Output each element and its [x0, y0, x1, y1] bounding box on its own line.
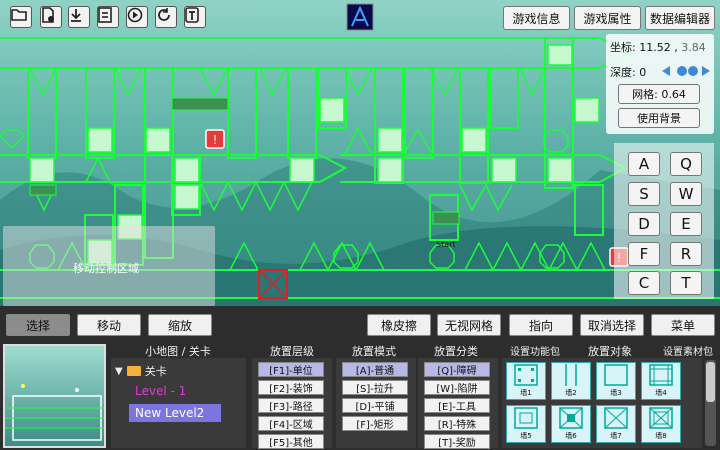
move-control-area[interactable]: 移动控制区域 [3, 226, 215, 306]
mode-item[interactable]: [D]-平铺 [342, 398, 408, 413]
layer-item[interactable]: [F4]-区域 [258, 416, 324, 431]
key-e[interactable]: E [670, 212, 702, 236]
game-viewport[interactable]: ! ! Start 移动控制区域 游戏信息 游戏属性 数据编辑器 [0, 0, 720, 306]
mode-item[interactable]: [A]-普通 [342, 362, 408, 377]
key-t[interactable]: T [670, 271, 702, 295]
svg-text:!: ! [213, 133, 218, 147]
grid-size-button[interactable]: 网格: 0.64 [618, 84, 700, 104]
tile-wall-2[interactable]: 墙2 [551, 362, 591, 400]
layer-item[interactable]: [F2]-装饰 [258, 380, 324, 395]
coord-label: 坐标: [610, 41, 636, 54]
key-q[interactable]: Q [670, 152, 702, 176]
folder-open-icon[interactable] [10, 6, 32, 28]
tile-wall-6[interactable]: 墙6 [551, 405, 591, 443]
mode-item[interactable]: [S]-拉升 [342, 380, 408, 395]
refresh-icon[interactable] [155, 6, 177, 28]
layer-item[interactable]: [F5]-其他 [258, 434, 324, 449]
save-icon[interactable] [97, 6, 119, 28]
tree-root-label: 关卡 [144, 365, 167, 378]
use-background-button[interactable]: 使用背景 [618, 108, 700, 128]
scrollbar-thumb[interactable] [706, 362, 715, 402]
tile-label: 墙4 [655, 389, 667, 397]
key-s[interactable]: S [628, 182, 660, 206]
layer-item[interactable]: [F3]-路径 [258, 398, 324, 413]
tile-label: 墙7 [610, 432, 622, 440]
key-a[interactable]: A [628, 152, 660, 176]
tile-label: 墙1 [520, 389, 532, 397]
no-grid-button[interactable]: 无视网格 [437, 314, 501, 336]
cancel-select-button[interactable]: 取消选择 [580, 314, 644, 336]
key-d[interactable]: D [628, 212, 660, 236]
category-item[interactable]: [W]-陷阱 [424, 380, 490, 395]
depth-value: 0 [639, 66, 647, 79]
coord-readout: 坐标: 11.52 , 3.84 [610, 39, 706, 55]
start-marker: Start [436, 240, 456, 249]
key-w[interactable]: W [670, 182, 702, 206]
move-control-label: 移动控制区域 [73, 262, 139, 275]
data-editor-button[interactable]: 数据编辑器 [645, 6, 715, 30]
eraser-button[interactable]: 橡皮擦 [367, 314, 431, 336]
minimap-title: 小地图 / 关卡 [145, 345, 211, 358]
category-item[interactable]: [Q]-障碍 [424, 362, 490, 377]
tile-wall-1[interactable]: 墙1 [506, 362, 546, 400]
pack-title: 设置功能包 [510, 347, 560, 358]
key-r[interactable]: R [670, 242, 702, 266]
key-f[interactable]: F [628, 242, 660, 266]
zoom-mode-button[interactable]: 缩放 [148, 314, 212, 336]
tile-label: 墙5 [520, 432, 532, 440]
collapse-triangle-icon[interactable]: ▼ [115, 366, 123, 377]
palette-scrollbar[interactable] [705, 360, 716, 446]
mode-column: [A]-普通 [S]-拉升 [D]-平铺 [F]-矩形 [336, 358, 416, 448]
coord-x: 11.52 [639, 41, 671, 54]
info-panel: 坐标: 11.52 , 3.84 深度: 0 网格: 0.64 使用背景 [606, 34, 714, 134]
tree-root[interactable]: ▼ 关卡 [115, 363, 167, 379]
mode-title: 放置模式 [352, 345, 396, 358]
minimap-thumbnail[interactable] [3, 344, 106, 448]
category-item[interactable]: [T]-奖励 [424, 434, 490, 449]
object-title: 放置对象 [588, 345, 632, 358]
download-icon[interactable] [68, 6, 90, 28]
menu-button[interactable]: 菜单 [651, 314, 715, 336]
tree-item-new-level2[interactable]: New Level2 [129, 404, 221, 422]
mode-item[interactable]: [F]-矩形 [342, 416, 408, 431]
category-item[interactable]: [E]-工具 [424, 398, 490, 413]
tile-label: 墙2 [565, 389, 577, 397]
tile-label: 墙6 [565, 432, 577, 440]
tile-wall-7[interactable]: 墙7 [596, 405, 636, 443]
material-title: 设置素材包 [663, 347, 713, 358]
layer-item[interactable]: [F1]-单位 [258, 362, 324, 377]
category-column: [Q]-障碍 [W]-陷阱 [E]-工具 [R]-特殊 [T]-奖励 [418, 358, 498, 449]
tile-wall-5[interactable]: 墙5 [506, 405, 546, 443]
category-item[interactable]: [R]-特殊 [424, 416, 490, 431]
game-props-button[interactable]: 游戏属性 [574, 6, 641, 30]
tile-label: 墙3 [610, 389, 622, 397]
play-icon[interactable] [126, 6, 148, 28]
tile-label: 墙8 [655, 432, 667, 440]
game-info-button[interactable]: 游戏信息 [503, 6, 570, 30]
level-tree: ▼ 关卡 Level - 1 New Level2 [111, 358, 246, 448]
key-c[interactable]: C [628, 271, 660, 295]
tree-item-level-1[interactable]: Level - 1 [135, 384, 186, 398]
depth-label: 深度: [610, 66, 636, 79]
tile-wall-4[interactable]: 墙4 [641, 362, 681, 400]
export-icon[interactable] [184, 6, 206, 28]
depth-slider[interactable] [662, 65, 710, 77]
tile-wall-8[interactable]: 墙8 [641, 405, 681, 443]
new-file-icon[interactable] [40, 6, 62, 28]
coord-sep: , [674, 41, 678, 54]
move-mode-button[interactable]: 移动 [77, 314, 141, 336]
pointer-button[interactable]: 指向 [509, 314, 573, 336]
editor-panel: 选择 移动 缩放 橡皮擦 无视网格 指向 取消选择 菜单 小地图 / 关卡 ▼ … [0, 306, 720, 450]
tile-wall-3[interactable]: 墙3 [596, 362, 636, 400]
layer-column: [F1]-单位 [F2]-装饰 [F3]-路径 [F4]-区域 [F5]-其他 [252, 358, 332, 449]
depth-readout: 深度: 0 [610, 64, 646, 80]
hotkey-panel: A Q S W D E F R C T [614, 143, 714, 299]
object-palette: 墙1 墙2 墙3 墙4 墙5 墙6 墙7 墙8 [502, 358, 702, 448]
category-title: 放置分类 [434, 345, 478, 358]
layer-title: 放置层级 [270, 345, 314, 358]
folder-icon [126, 366, 141, 376]
coord-y: 3.84 [681, 41, 706, 54]
select-mode-button[interactable]: 选择 [6, 314, 70, 336]
